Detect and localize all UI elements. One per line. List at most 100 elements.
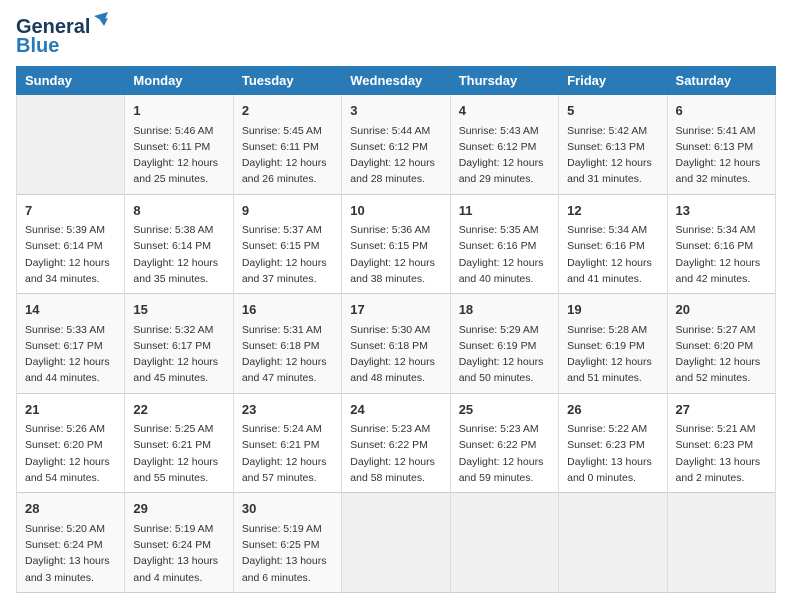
day-number: 11: [459, 201, 550, 221]
day-number: 6: [676, 101, 767, 121]
logo: General Blue: [16, 16, 90, 58]
day-number: 9: [242, 201, 333, 221]
day-info: Sunrise: 5:30 AM Sunset: 6:18 PM Dayligh…: [350, 322, 441, 387]
day-info: Sunrise: 5:29 AM Sunset: 6:19 PM Dayligh…: [459, 322, 550, 387]
calendar-cell: [450, 493, 558, 593]
day-number: 18: [459, 300, 550, 320]
day-number: 23: [242, 400, 333, 420]
day-number: 20: [676, 300, 767, 320]
calendar-cell: 11Sunrise: 5:35 AM Sunset: 6:16 PM Dayli…: [450, 194, 558, 294]
calendar-cell: 22Sunrise: 5:25 AM Sunset: 6:21 PM Dayli…: [125, 393, 233, 493]
day-number: 16: [242, 300, 333, 320]
header-wednesday: Wednesday: [342, 67, 450, 95]
day-info: Sunrise: 5:23 AM Sunset: 6:22 PM Dayligh…: [459, 421, 550, 486]
calendar-cell: 7Sunrise: 5:39 AM Sunset: 6:14 PM Daylig…: [17, 194, 125, 294]
week-row-4: 21Sunrise: 5:26 AM Sunset: 6:20 PM Dayli…: [17, 393, 776, 493]
day-number: 5: [567, 101, 658, 121]
calendar-cell: 28Sunrise: 5:20 AM Sunset: 6:24 PM Dayli…: [17, 493, 125, 593]
calendar-cell: 5Sunrise: 5:42 AM Sunset: 6:13 PM Daylig…: [559, 95, 667, 195]
day-info: Sunrise: 5:27 AM Sunset: 6:20 PM Dayligh…: [676, 322, 767, 387]
day-info: Sunrise: 5:20 AM Sunset: 6:24 PM Dayligh…: [25, 521, 116, 586]
day-number: 1: [133, 101, 224, 121]
day-info: Sunrise: 5:21 AM Sunset: 6:23 PM Dayligh…: [676, 421, 767, 486]
calendar-cell: 30Sunrise: 5:19 AM Sunset: 6:25 PM Dayli…: [233, 493, 341, 593]
day-info: Sunrise: 5:31 AM Sunset: 6:18 PM Dayligh…: [242, 322, 333, 387]
calendar-cell: 14Sunrise: 5:33 AM Sunset: 6:17 PM Dayli…: [17, 294, 125, 394]
day-info: Sunrise: 5:39 AM Sunset: 6:14 PM Dayligh…: [25, 222, 116, 287]
day-info: Sunrise: 5:33 AM Sunset: 6:17 PM Dayligh…: [25, 322, 116, 387]
day-info: Sunrise: 5:41 AM Sunset: 6:13 PM Dayligh…: [676, 123, 767, 188]
calendar-cell: 24Sunrise: 5:23 AM Sunset: 6:22 PM Dayli…: [342, 393, 450, 493]
calendar-cell: 13Sunrise: 5:34 AM Sunset: 6:16 PM Dayli…: [667, 194, 775, 294]
calendar-cell: 3Sunrise: 5:44 AM Sunset: 6:12 PM Daylig…: [342, 95, 450, 195]
day-number: 29: [133, 499, 224, 519]
day-number: 19: [567, 300, 658, 320]
calendar-cell: 21Sunrise: 5:26 AM Sunset: 6:20 PM Dayli…: [17, 393, 125, 493]
day-info: Sunrise: 5:25 AM Sunset: 6:21 PM Dayligh…: [133, 421, 224, 486]
day-number: 21: [25, 400, 116, 420]
calendar-cell: 18Sunrise: 5:29 AM Sunset: 6:19 PM Dayli…: [450, 294, 558, 394]
day-number: 28: [25, 499, 116, 519]
day-info: Sunrise: 5:19 AM Sunset: 6:24 PM Dayligh…: [133, 521, 224, 586]
calendar-cell: 12Sunrise: 5:34 AM Sunset: 6:16 PM Dayli…: [559, 194, 667, 294]
day-info: Sunrise: 5:45 AM Sunset: 6:11 PM Dayligh…: [242, 123, 333, 188]
day-info: Sunrise: 5:28 AM Sunset: 6:19 PM Dayligh…: [567, 322, 658, 387]
calendar-cell: 23Sunrise: 5:24 AM Sunset: 6:21 PM Dayli…: [233, 393, 341, 493]
week-row-3: 14Sunrise: 5:33 AM Sunset: 6:17 PM Dayli…: [17, 294, 776, 394]
day-number: 24: [350, 400, 441, 420]
day-info: Sunrise: 5:35 AM Sunset: 6:16 PM Dayligh…: [459, 222, 550, 287]
day-number: 13: [676, 201, 767, 221]
day-number: 2: [242, 101, 333, 121]
day-info: Sunrise: 5:36 AM Sunset: 6:15 PM Dayligh…: [350, 222, 441, 287]
day-info: Sunrise: 5:38 AM Sunset: 6:14 PM Dayligh…: [133, 222, 224, 287]
day-number: 15: [133, 300, 224, 320]
week-row-1: 1Sunrise: 5:46 AM Sunset: 6:11 PM Daylig…: [17, 95, 776, 195]
calendar-cell: [667, 493, 775, 593]
day-number: 7: [25, 201, 116, 221]
logo-text-general: General: [16, 16, 90, 38]
calendar-cell: 27Sunrise: 5:21 AM Sunset: 6:23 PM Dayli…: [667, 393, 775, 493]
day-info: Sunrise: 5:23 AM Sunset: 6:22 PM Dayligh…: [350, 421, 441, 486]
header-tuesday: Tuesday: [233, 67, 341, 95]
calendar-cell: [559, 493, 667, 593]
calendar-table: SundayMondayTuesdayWednesdayThursdayFrid…: [16, 66, 776, 593]
calendar-cell: 29Sunrise: 5:19 AM Sunset: 6:24 PM Dayli…: [125, 493, 233, 593]
calendar-cell: 1Sunrise: 5:46 AM Sunset: 6:11 PM Daylig…: [125, 95, 233, 195]
calendar-cell: 19Sunrise: 5:28 AM Sunset: 6:19 PM Dayli…: [559, 294, 667, 394]
calendar-cell: 15Sunrise: 5:32 AM Sunset: 6:17 PM Dayli…: [125, 294, 233, 394]
header-sunday: Sunday: [17, 67, 125, 95]
day-info: Sunrise: 5:43 AM Sunset: 6:12 PM Dayligh…: [459, 123, 550, 188]
day-number: 17: [350, 300, 441, 320]
logo-bird-icon: [90, 12, 108, 30]
day-info: Sunrise: 5:19 AM Sunset: 6:25 PM Dayligh…: [242, 521, 333, 586]
calendar-cell: 9Sunrise: 5:37 AM Sunset: 6:15 PM Daylig…: [233, 194, 341, 294]
calendar-cell: 17Sunrise: 5:30 AM Sunset: 6:18 PM Dayli…: [342, 294, 450, 394]
day-info: Sunrise: 5:22 AM Sunset: 6:23 PM Dayligh…: [567, 421, 658, 486]
header-friday: Friday: [559, 67, 667, 95]
day-number: 10: [350, 201, 441, 221]
day-info: Sunrise: 5:42 AM Sunset: 6:13 PM Dayligh…: [567, 123, 658, 188]
calendar-cell: 4Sunrise: 5:43 AM Sunset: 6:12 PM Daylig…: [450, 95, 558, 195]
calendar-header-row: SundayMondayTuesdayWednesdayThursdayFrid…: [17, 67, 776, 95]
day-number: 25: [459, 400, 550, 420]
calendar-cell: 25Sunrise: 5:23 AM Sunset: 6:22 PM Dayli…: [450, 393, 558, 493]
logo-container: General: [16, 16, 90, 39]
week-row-5: 28Sunrise: 5:20 AM Sunset: 6:24 PM Dayli…: [17, 493, 776, 593]
calendar-cell: [17, 95, 125, 195]
day-info: Sunrise: 5:26 AM Sunset: 6:20 PM Dayligh…: [25, 421, 116, 486]
day-number: 12: [567, 201, 658, 221]
header-monday: Monday: [125, 67, 233, 95]
calendar-cell: [342, 493, 450, 593]
day-number: 22: [133, 400, 224, 420]
day-info: Sunrise: 5:32 AM Sunset: 6:17 PM Dayligh…: [133, 322, 224, 387]
day-info: Sunrise: 5:24 AM Sunset: 6:21 PM Dayligh…: [242, 421, 333, 486]
day-info: Sunrise: 5:44 AM Sunset: 6:12 PM Dayligh…: [350, 123, 441, 188]
calendar-cell: 8Sunrise: 5:38 AM Sunset: 6:14 PM Daylig…: [125, 194, 233, 294]
calendar-cell: 6Sunrise: 5:41 AM Sunset: 6:13 PM Daylig…: [667, 95, 775, 195]
calendar-cell: 20Sunrise: 5:27 AM Sunset: 6:20 PM Dayli…: [667, 294, 775, 394]
day-number: 14: [25, 300, 116, 320]
day-number: 4: [459, 101, 550, 121]
day-number: 8: [133, 201, 224, 221]
day-info: Sunrise: 5:46 AM Sunset: 6:11 PM Dayligh…: [133, 123, 224, 188]
calendar-cell: 10Sunrise: 5:36 AM Sunset: 6:15 PM Dayli…: [342, 194, 450, 294]
